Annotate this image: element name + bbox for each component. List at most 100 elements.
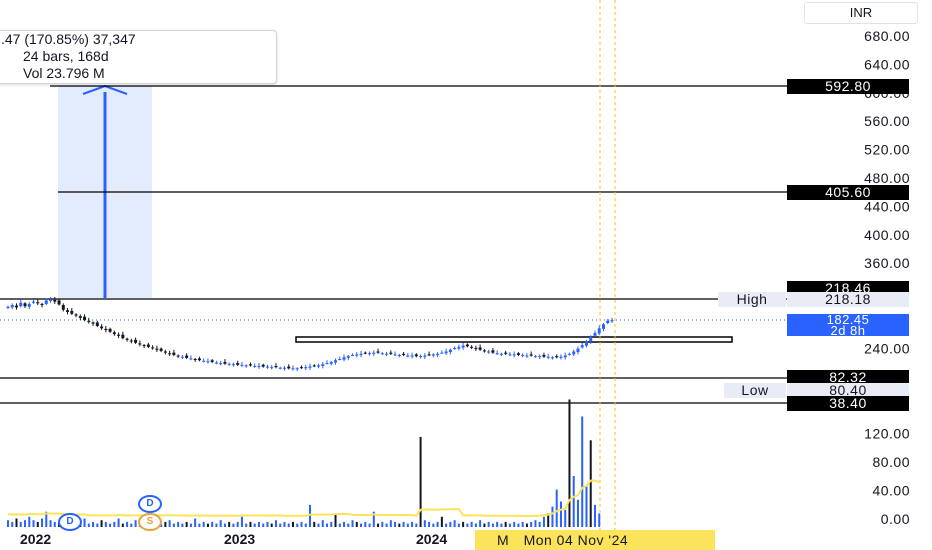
candle [32, 299, 36, 304]
candle [321, 361, 325, 369]
candle [410, 352, 414, 359]
volume-bar [530, 521, 533, 527]
high-label: High [718, 292, 786, 307]
volume-bar [304, 523, 307, 527]
candle-body [521, 354, 525, 356]
volume-bar [411, 521, 414, 527]
candle [248, 362, 252, 367]
candle [100, 324, 104, 331]
split-marker[interactable]: S [138, 513, 162, 531]
candle [282, 365, 286, 371]
candle-body [444, 351, 448, 354]
price-tick-label: 80.00 [872, 454, 910, 470]
volume-bar [309, 504, 311, 527]
candle [457, 344, 461, 351]
volume-bar [500, 523, 503, 527]
level-badge-38[interactable]: 38.40 [787, 396, 909, 411]
candle [36, 299, 40, 306]
price-tick-label: 360.00 [864, 255, 910, 271]
volume-bar [598, 513, 601, 527]
candle [567, 352, 571, 356]
currency-selector[interactable]: INR [804, 2, 918, 24]
volume-bar [121, 523, 124, 527]
volume-bar [113, 521, 116, 527]
candle-body [295, 368, 299, 370]
candle [393, 351, 397, 357]
candle-body [100, 326, 104, 329]
candle-body [36, 302, 40, 304]
volume-bar [517, 523, 520, 527]
volume-bar [449, 521, 452, 527]
candle-body [482, 350, 486, 352]
volume-bar [508, 523, 511, 527]
candle [601, 323, 605, 332]
level-badge-405[interactable]: 405.60 [787, 185, 909, 200]
candle [138, 340, 142, 347]
candle-body [423, 355, 427, 357]
volume-bar [206, 523, 209, 527]
volume-bar [326, 523, 329, 527]
candle-body [580, 345, 584, 348]
volume-bar [521, 521, 524, 527]
candle [227, 362, 231, 366]
candle [308, 363, 312, 371]
volume-bar [428, 521, 431, 527]
volume-bar [53, 521, 56, 527]
crosshair-date-value: Mon 04 Nov '24 [523, 532, 629, 548]
candle [244, 364, 248, 368]
candle [265, 364, 269, 369]
candle [49, 296, 53, 303]
volume-bar [453, 520, 456, 527]
candle [385, 352, 389, 357]
volume-bar [253, 523, 256, 527]
candle [325, 360, 329, 365]
candle-body [108, 328, 112, 332]
candle-body [189, 358, 193, 360]
candle [78, 314, 82, 321]
candle [559, 354, 563, 360]
volume-bar [11, 521, 14, 527]
volume-bar [228, 521, 231, 527]
chart-app: 680.00640.00600.00560.00520.00480.00440.… [0, 0, 932, 550]
candle-body [576, 348, 580, 353]
volume-bar [164, 521, 167, 527]
candle-body [563, 355, 567, 358]
candle [478, 344, 482, 351]
candle-body [202, 360, 206, 362]
candle-body [74, 314, 78, 316]
volume-bar [334, 513, 337, 527]
candle [351, 353, 355, 357]
candle-body [15, 305, 19, 308]
candle [355, 352, 359, 358]
candle [10, 303, 14, 310]
volume-bar [270, 523, 273, 527]
volume-bar [564, 510, 567, 527]
price-tick-label: 640.00 [864, 56, 910, 72]
candle-body [299, 367, 303, 369]
candle-body [410, 355, 414, 357]
dividend-marker-2[interactable]: D [58, 513, 82, 531]
candle-body [448, 349, 452, 353]
candle-body [334, 360, 338, 363]
low-label: Low [724, 383, 786, 398]
candle [23, 302, 27, 308]
candle-body [142, 345, 146, 347]
level-badge-592[interactable]: 592.80 [787, 79, 909, 94]
candle-body [325, 363, 329, 365]
candle [151, 345, 155, 350]
candle-body [134, 339, 138, 343]
candle [555, 354, 559, 359]
volume-bar [360, 523, 363, 527]
candle [125, 337, 129, 342]
volume-bar [92, 521, 95, 527]
volume-bar [28, 516, 31, 527]
volume-bar [513, 521, 516, 527]
candle-body [176, 355, 180, 357]
candle [19, 299, 23, 308]
price-axis[interactable]: 680.00640.00600.00560.00520.00480.00440.… [864, 28, 910, 527]
candle-body [351, 354, 355, 356]
candle [223, 359, 227, 365]
consolidation-box[interactable] [295, 336, 733, 343]
dividend-marker-1[interactable]: D [138, 495, 162, 513]
last-price-badge[interactable]: 182.45 2d 8h [787, 313, 909, 337]
